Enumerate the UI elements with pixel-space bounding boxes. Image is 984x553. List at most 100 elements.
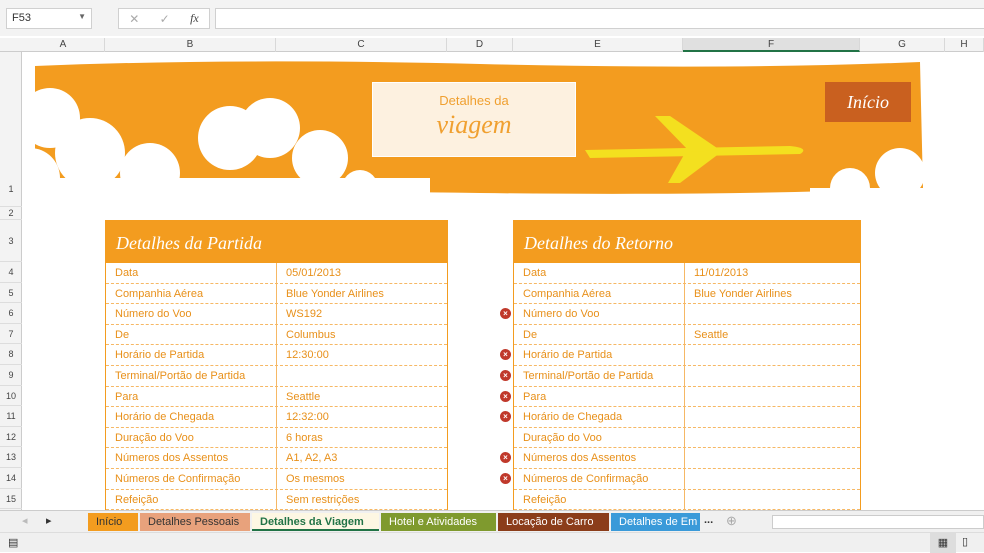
row-header[interactable]: 11 (0, 406, 22, 427)
field-value[interactable]: Os mesmos (277, 469, 345, 489)
field-value[interactable] (685, 345, 694, 365)
table-row: Data 11/01/2013 (514, 263, 860, 284)
error-icon[interactable]: × (500, 308, 511, 320)
field-value[interactable]: Blue Yonder Airlines (685, 284, 792, 304)
field-value[interactable] (685, 428, 694, 448)
sheet-tab[interactable]: Detalhes de Em (611, 513, 700, 531)
field-label: De (514, 324, 685, 345)
page-layout-icon[interactable]: ▯ (962, 535, 968, 548)
field-value[interactable]: 12:32:00 (277, 407, 329, 427)
table-row: Horário de Partida 12:30:00 (106, 345, 447, 366)
error-icon[interactable]: × (500, 370, 511, 381)
scroll-right-icon[interactable]: ▸ (46, 514, 52, 527)
column-header[interactable]: B (105, 38, 276, 52)
more-tabs[interactable]: ... (704, 514, 713, 526)
sheet-tab[interactable]: Hotel e Atividades (381, 513, 496, 531)
field-value[interactable] (685, 366, 694, 386)
banner-title-line2: viagem (436, 110, 512, 139)
row-header[interactable]: 15 (0, 489, 22, 510)
scroll-left-icon[interactable]: ◂ (22, 514, 28, 527)
table-row: Para Seattle (106, 386, 447, 408)
function-icon[interactable]: fx (190, 11, 199, 26)
error-icon[interactable]: × (500, 390, 511, 402)
column-header[interactable]: A (22, 38, 105, 52)
column-header[interactable]: C (276, 38, 447, 52)
field-value[interactable]: A1, A2, A3 (277, 448, 337, 468)
column-header[interactable]: H (945, 38, 984, 52)
field-value[interactable] (685, 387, 694, 407)
table-row: Números de Confirmação (514, 468, 860, 490)
field-label: Data (514, 263, 685, 283)
field-value[interactable]: Seattle (277, 387, 320, 407)
error-icon[interactable]: × (500, 473, 511, 484)
row-header[interactable]: 5 (0, 283, 22, 304)
sheet-tab[interactable]: Locação de Carro (498, 513, 609, 531)
table-row: De Seattle (514, 324, 860, 346)
cancel-icon[interactable]: ✕ (129, 12, 139, 26)
add-sheet-icon[interactable]: ⊕ (726, 513, 737, 529)
error-icon[interactable]: × (500, 411, 511, 423)
field-value[interactable]: Seattle (685, 325, 728, 345)
row-header[interactable]: 10 (0, 386, 22, 407)
table-row: Horário de Chegada 12:32:00 (106, 407, 447, 428)
row-header[interactable]: 14 (0, 468, 22, 489)
field-label: Companhia Aérea (514, 283, 685, 304)
field-label: Para (106, 386, 277, 407)
sheet-tab[interactable]: Detalhes Pessoais (140, 513, 250, 531)
table-row: Horário de Partida (514, 345, 860, 366)
column-header[interactable]: G (860, 38, 945, 52)
normal-view-icon[interactable]: ▦ (930, 533, 956, 553)
field-value[interactable]: 11/01/2013 (685, 263, 748, 283)
row-header[interactable]: 13 (0, 447, 22, 468)
row-header[interactable]: 4 (0, 262, 22, 283)
column-header[interactable]: F (683, 38, 860, 52)
sheet-tabs-bar: ◂ ▸ Início Detalhes Pessoais Detalhes da V… (0, 510, 984, 532)
check-icon[interactable]: ✓ (160, 12, 170, 26)
macro-record-icon[interactable]: ▤ (8, 536, 18, 549)
row-headers: 1 2 3 4 5 6 7 8 9 10 11 12 13 14 15 (0, 52, 22, 510)
field-label: Número do Voo (514, 304, 685, 324)
field-label: Horário de Chegada (514, 407, 685, 427)
home-button[interactable]: Início (825, 82, 911, 122)
row-header[interactable]: 2 (0, 207, 22, 220)
row-header[interactable]: 3 (0, 220, 22, 262)
field-value[interactable]: Sem restrições (277, 490, 359, 510)
column-header[interactable]: E (513, 38, 683, 52)
return-table: Detalhes do Retorno Data 11/01/2013 Compan… (513, 220, 861, 512)
horizontal-scrollbar[interactable] (772, 515, 984, 529)
field-value[interactable]: 12:30:00 (277, 345, 329, 365)
field-label: Companhia Aérea (106, 283, 277, 304)
row-header[interactable]: 1 (0, 52, 22, 207)
table-row: Números dos Assentos A1, A2, A3 (106, 448, 447, 469)
field-label: Número do Voo (106, 304, 277, 324)
error-icon[interactable]: × (500, 349, 511, 361)
field-value[interactable]: 05/01/2013 (277, 263, 341, 283)
field-value[interactable] (277, 366, 286, 386)
formula-bar: F53 ▼ ✕ ✓ fx (0, 0, 984, 36)
formula-buttons: ✕ ✓ fx (118, 8, 210, 29)
field-value[interactable] (685, 469, 694, 489)
row-header[interactable]: 8 (0, 344, 22, 365)
field-value[interactable]: 6 horas (277, 428, 323, 448)
error-icon[interactable]: × (500, 452, 511, 464)
row-header[interactable]: 6 (0, 303, 22, 324)
field-value[interactable] (685, 448, 694, 468)
field-label: Números de Confirmação (106, 468, 277, 489)
sheet-tab[interactable]: Detalhes da Viagem (252, 513, 379, 531)
sheet-tab[interactable]: Início (88, 513, 138, 531)
field-value[interactable] (685, 304, 694, 324)
field-value[interactable] (685, 407, 694, 427)
formula-input[interactable] (215, 8, 984, 29)
name-box[interactable]: F53 ▼ (6, 8, 92, 29)
status-bar: ▤ ▦ ▯ (0, 532, 984, 553)
chevron-down-icon[interactable]: ▼ (78, 12, 86, 21)
field-value[interactable]: Blue Yonder Airlines (277, 284, 384, 304)
row-header[interactable]: 9 (0, 365, 22, 386)
row-header[interactable]: 12 (0, 427, 22, 448)
column-header[interactable]: D (447, 38, 513, 52)
field-value[interactable]: WS192 (277, 304, 322, 324)
field-value[interactable] (685, 490, 694, 510)
table-row: Refeição (514, 489, 860, 511)
field-value[interactable]: Columbus (277, 325, 336, 345)
row-header[interactable]: 7 (0, 324, 22, 345)
